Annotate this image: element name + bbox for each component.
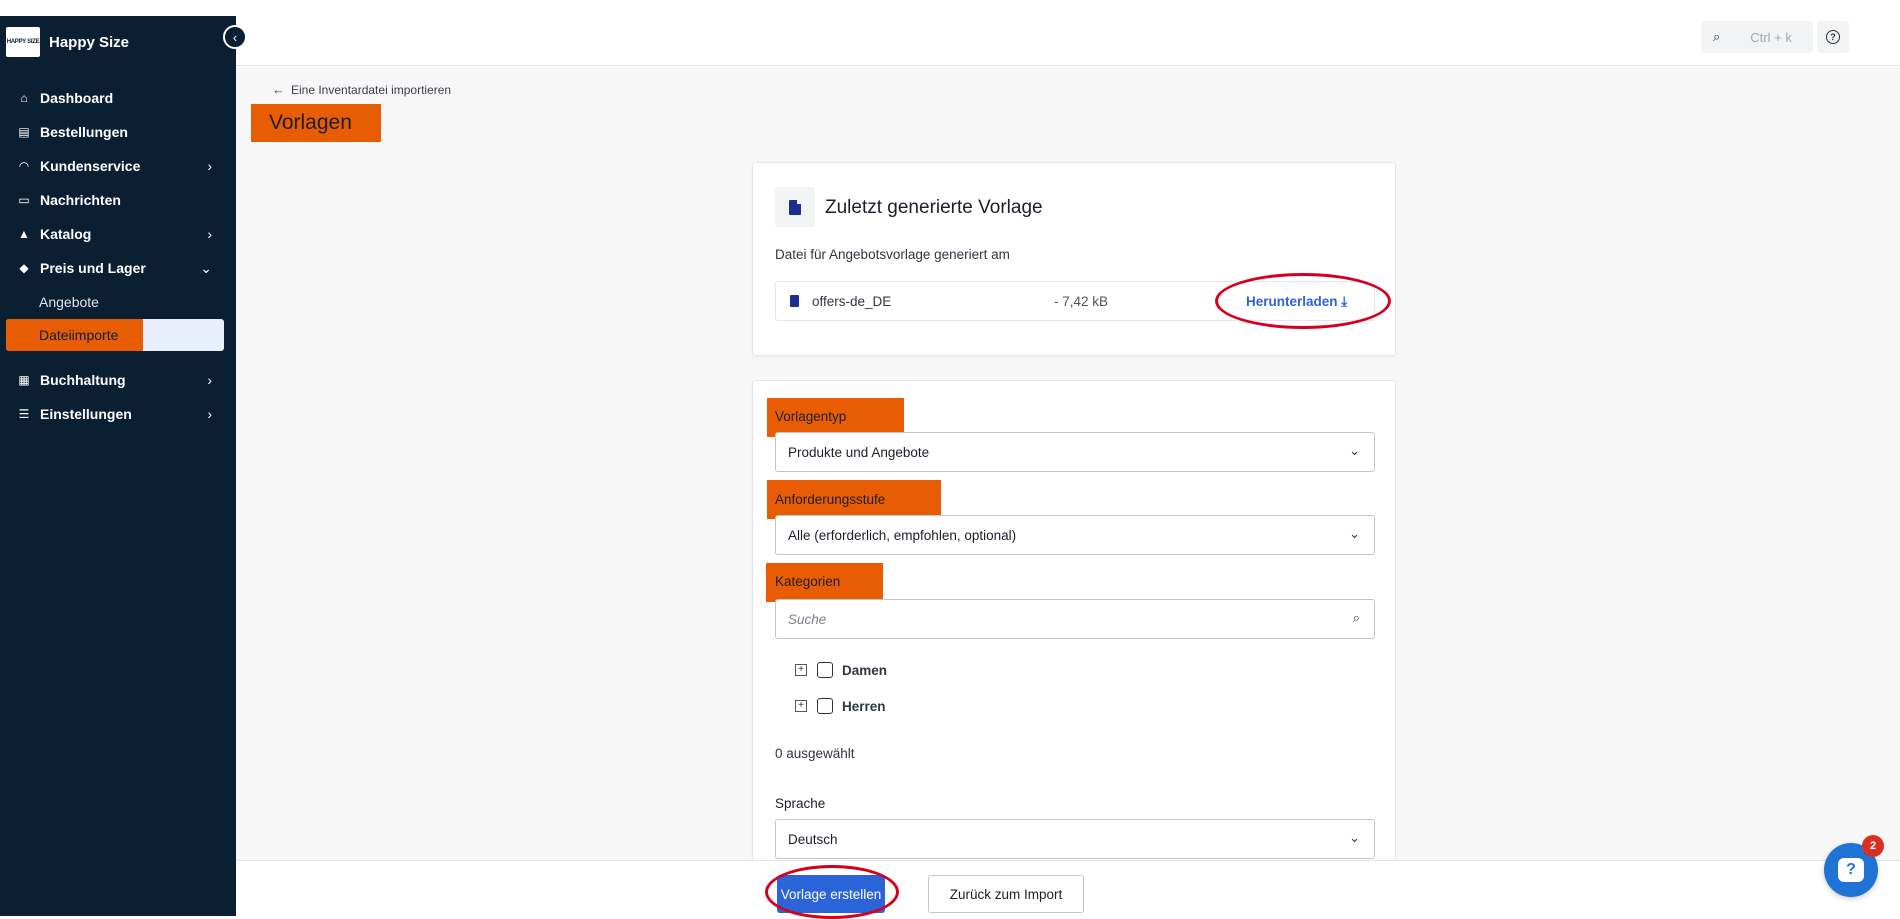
sidebar-item-label: Nachrichten bbox=[40, 192, 121, 208]
expand-icon[interactable]: + bbox=[795, 664, 807, 676]
download-link[interactable]: Herunterladen ⤓ bbox=[1246, 294, 1347, 310]
requirement-label: Anforderungsstufe bbox=[775, 492, 886, 507]
required-mark: * bbox=[843, 574, 849, 589]
file-size: - 7,42 kB bbox=[1054, 294, 1109, 309]
chevron-down-icon: ⌄ bbox=[1349, 526, 1360, 541]
headset-icon: ◠ bbox=[19, 159, 29, 173]
breadcrumb-link[interactable]: Eine Inventardatei importieren bbox=[291, 83, 451, 97]
categories-label-text: Kategorien bbox=[775, 574, 841, 589]
tag-icon: ◆ bbox=[19, 261, 29, 275]
search-shortcut: Ctrl + k bbox=[1750, 29, 1792, 45]
help-button[interactable]: ? bbox=[1817, 21, 1849, 53]
sidebar-subitem-label: Dateiimporte bbox=[39, 327, 119, 343]
sidebar: HAPPY SIZE Happy Size ⌂ Dashboard ▤ Best… bbox=[0, 16, 236, 916]
sidebar-item-bestellungen[interactable]: ▤ Bestellungen bbox=[0, 115, 236, 149]
file-name: offers-de_DE bbox=[812, 294, 892, 309]
template-type-select[interactable]: Produkte und Angebote ⌄ bbox=[775, 432, 1375, 472]
sidebar-subitem-angebote[interactable]: Angebote bbox=[0, 285, 236, 319]
brand-name: Happy Size bbox=[49, 33, 130, 51]
search-icon: ⌕ bbox=[1713, 29, 1721, 44]
template-form-card: Vorlagentyp Produkte und Angebote ⌄ Anfo… bbox=[752, 380, 1396, 860]
sidebar-item-buchhaltung[interactable]: ▦ Buchhaltung › bbox=[0, 363, 236, 397]
help-icon: ? bbox=[1826, 30, 1840, 44]
expand-icon[interactable]: + bbox=[795, 700, 807, 712]
topbar: ⌕ Ctrl + k ? bbox=[236, 0, 1900, 66]
sidebar-collapse-button[interactable]: ‹ bbox=[223, 25, 247, 49]
sidebar-item-dashboard[interactable]: ⌂ Dashboard bbox=[0, 81, 236, 115]
file-icon bbox=[790, 295, 799, 307]
categories-label: Kategorien * bbox=[775, 574, 849, 589]
chevron-right-icon: › bbox=[207, 158, 212, 174]
home-icon: ⌂ bbox=[20, 91, 28, 105]
chevron-down-icon: ⌄ bbox=[200, 259, 212, 276]
file-row: offers-de_DE - 7,42 kB Herunterladen ⤓ bbox=[775, 281, 1375, 321]
breadcrumb[interactable]: ← Eine Inventardatei importieren bbox=[272, 82, 451, 97]
chevron-down-icon: ⌄ bbox=[1349, 830, 1360, 845]
chevron-right-icon: › bbox=[207, 372, 212, 388]
sidebar-item-label: Bestellungen bbox=[40, 124, 128, 140]
sidebar-item-label: Dashboard bbox=[40, 90, 114, 106]
sidebar-item-kundenservice[interactable]: ◠ Kundenservice › bbox=[0, 149, 236, 183]
sidebar-nav: ⌂ Dashboard ▤ Bestellungen ◠ Kundenservi… bbox=[0, 81, 236, 431]
arrow-left-icon: ← bbox=[272, 82, 285, 97]
sidebar-item-einstellungen[interactable]: ☰ Einstellungen › bbox=[0, 397, 236, 431]
chat-icon: ? bbox=[1838, 858, 1864, 882]
page-title: Vorlagen bbox=[269, 111, 352, 134]
sliders-icon: ☰ bbox=[18, 407, 30, 421]
invoice-icon: ▦ bbox=[18, 373, 30, 387]
sidebar-subitem-dateiimporte[interactable]: Dateiimporte bbox=[6, 319, 224, 351]
template-type-label: Vorlagentyp bbox=[775, 409, 847, 424]
clipboard-icon: ▤ bbox=[18, 125, 30, 139]
category-item-herren: + Herren bbox=[795, 696, 886, 716]
create-template-button[interactable]: Vorlage erstellen bbox=[777, 875, 885, 913]
requirement-select[interactable]: Alle (erforderlich, empfohlen, optional)… bbox=[775, 515, 1375, 555]
category-checkbox[interactable] bbox=[817, 662, 833, 678]
action-footer: Vorlage erstellen Zurück zum Import bbox=[236, 860, 1900, 919]
sidebar-item-preis-und-lager[interactable]: ◆ Preis und Lager ⌄ bbox=[0, 251, 236, 285]
card-title: Zuletzt generierte Vorlage bbox=[825, 197, 1043, 218]
recent-template-card: Zuletzt generierte Vorlage Datei für Ang… bbox=[752, 162, 1396, 356]
chevron-right-icon: › bbox=[207, 406, 212, 422]
card-subtitle: Datei für Angebotsvorlage generiert am bbox=[775, 247, 1010, 262]
notification-badge: 2 bbox=[1862, 835, 1884, 857]
brand[interactable]: HAPPY SIZE Happy Size bbox=[6, 22, 129, 62]
category-label: Herren bbox=[842, 698, 886, 714]
category-checkbox[interactable] bbox=[817, 698, 833, 714]
main-content: ← Eine Inventardatei importieren Vorlagen… bbox=[236, 67, 1900, 860]
search-placeholder: Suche bbox=[788, 612, 827, 627]
sidebar-item-label: Einstellungen bbox=[40, 406, 132, 422]
category-item-damen: + Damen bbox=[795, 660, 887, 680]
category-label: Damen bbox=[842, 662, 888, 678]
sidebar-item-label: Preis und Lager bbox=[40, 260, 146, 276]
sidebar-item-label: Katalog bbox=[40, 226, 92, 242]
language-select[interactable]: Deutsch ⌄ bbox=[775, 819, 1375, 859]
category-search-input[interactable]: Suche ⌕ bbox=[775, 599, 1375, 639]
back-to-import-button[interactable]: Zurück zum Import bbox=[928, 875, 1084, 913]
chevron-down-icon: ⌄ bbox=[1349, 443, 1360, 458]
sidebar-item-katalog[interactable]: ▲ Katalog › bbox=[0, 217, 236, 251]
download-icon: ⤓ bbox=[1341, 294, 1348, 309]
shapes-icon: ▲ bbox=[18, 227, 30, 241]
sidebar-subitem-label: Angebote bbox=[39, 294, 99, 310]
document-icon bbox=[775, 187, 815, 227]
selected-count: 0 ausgewählt bbox=[775, 746, 855, 761]
sidebar-item-label: Buchhaltung bbox=[40, 372, 126, 388]
brand-logo: HAPPY SIZE bbox=[6, 27, 40, 57]
select-value: Deutsch bbox=[788, 832, 838, 847]
sidebar-item-label: Kundenservice bbox=[40, 158, 141, 174]
chevron-right-icon: › bbox=[207, 226, 212, 242]
sidebar-item-nachrichten[interactable]: ▭ Nachrichten bbox=[0, 183, 236, 217]
message-icon: ▭ bbox=[18, 193, 30, 207]
language-label: Sprache bbox=[775, 796, 826, 811]
global-search-button[interactable]: ⌕ Ctrl + k bbox=[1701, 21, 1813, 53]
download-label: Herunterladen bbox=[1246, 294, 1338, 309]
search-icon: ⌕ bbox=[1352, 610, 1360, 625]
select-value: Produkte und Angebote bbox=[788, 445, 930, 460]
select-value: Alle (erforderlich, empfohlen, optional) bbox=[788, 528, 1017, 543]
